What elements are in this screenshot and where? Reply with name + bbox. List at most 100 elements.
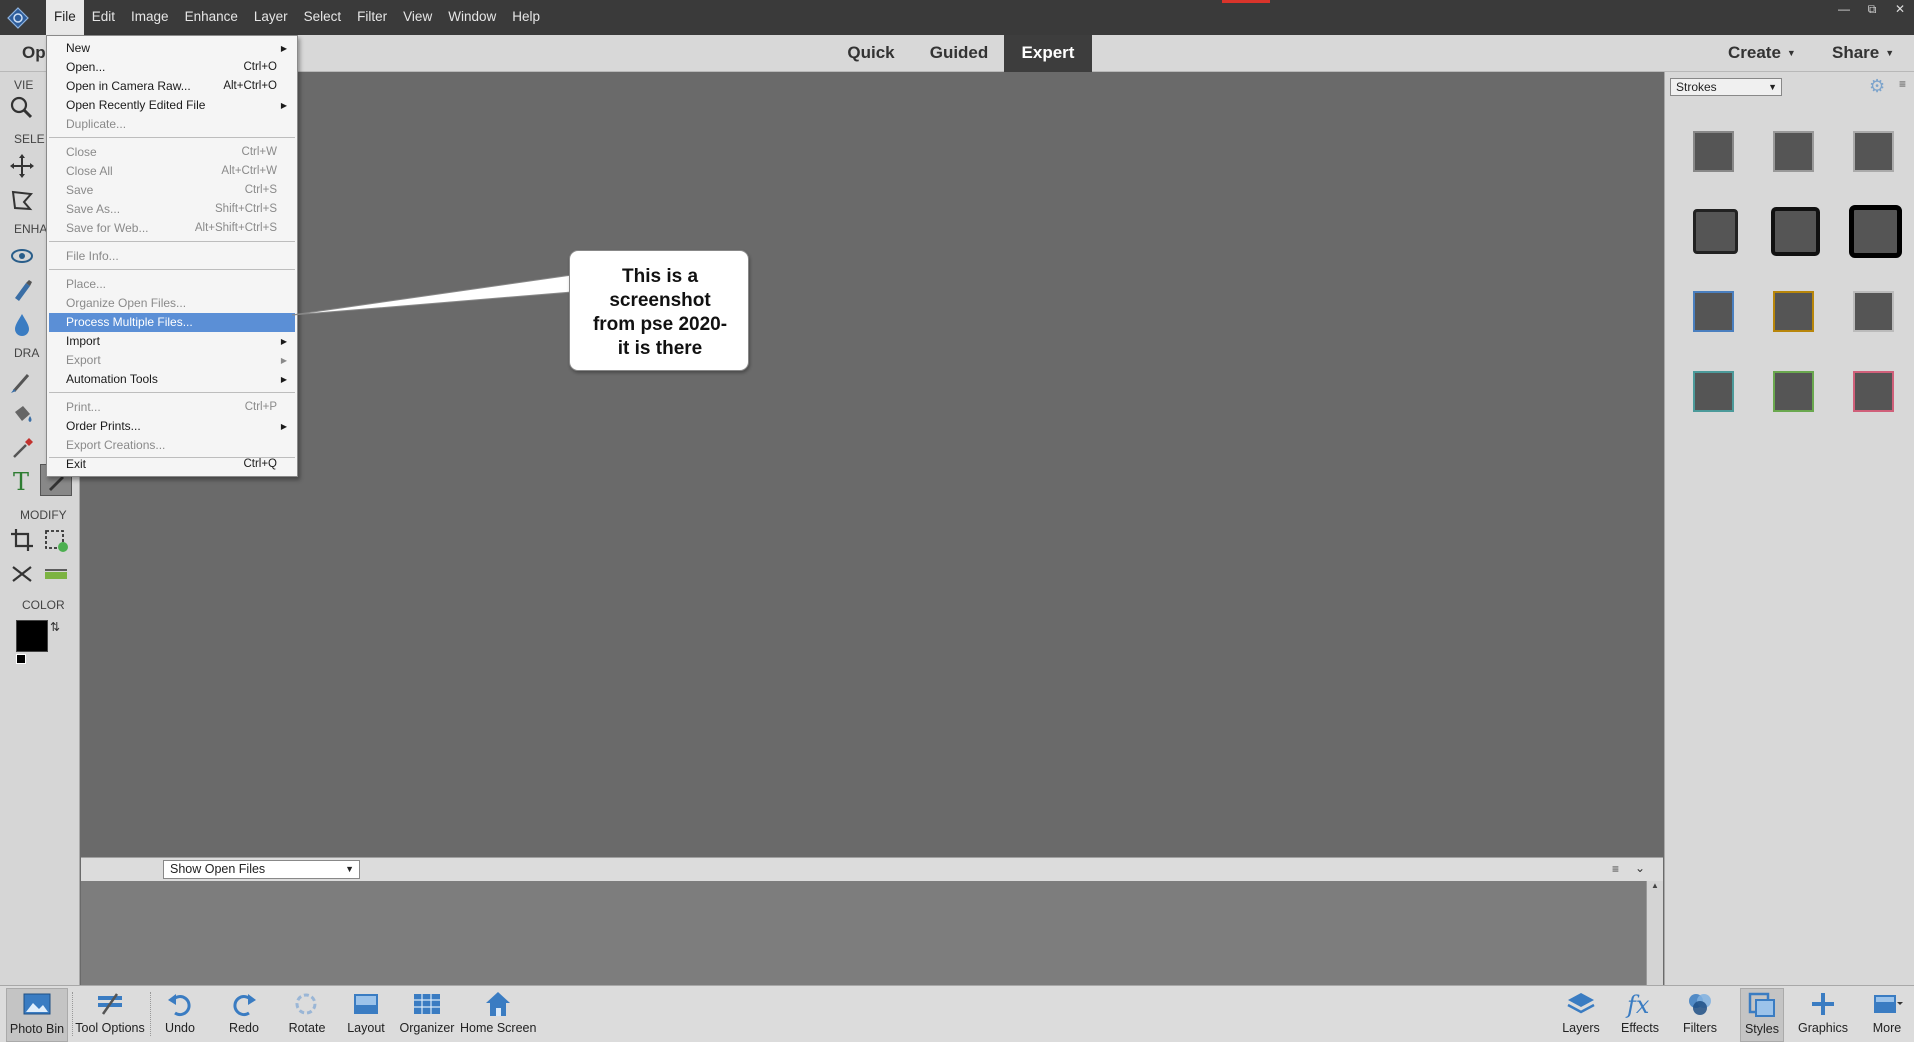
submenu-arrow-icon: ▶ [280, 375, 287, 384]
layers-button[interactable]: Layers [1558, 988, 1604, 1042]
menu-item-export-creations[interactable]: Export Creations... [49, 436, 295, 455]
stroke-style-swatch[interactable] [1773, 291, 1814, 332]
menu-edit[interactable]: Edit [84, 0, 123, 35]
stroke-style-swatch[interactable] [1693, 131, 1734, 172]
menu-item-save-as[interactable]: Save As... Shift+Ctrl+S [49, 200, 295, 219]
zoom-tool-icon[interactable] [6, 92, 38, 124]
move-tool-icon[interactable] [6, 150, 38, 182]
effects-button[interactable]: fx Effects [1618, 988, 1662, 1042]
stroke-style-swatch[interactable] [1853, 291, 1894, 332]
gear-icon[interactable]: ⚙ [1869, 76, 1885, 97]
menu-enhance[interactable]: Enhance [177, 0, 246, 35]
styles-button[interactable]: Styles [1740, 988, 1784, 1042]
panel-menu-icon[interactable]: ≡ [1899, 77, 1906, 91]
styles-category-select[interactable]: Strokes ▼ [1670, 78, 1782, 96]
stroke-style-swatch[interactable] [1693, 371, 1734, 412]
menu-file[interactable]: File [46, 0, 84, 35]
tool-options-button[interactable]: Tool Options [74, 988, 146, 1042]
undo-button[interactable]: Undo [158, 988, 202, 1042]
stroke-style-swatch[interactable] [1849, 205, 1902, 258]
redo-button[interactable]: Redo [222, 988, 266, 1042]
photo-bin-button[interactable]: Photo Bin [6, 988, 68, 1042]
minimize-icon[interactable]: — [1830, 0, 1858, 20]
menu-item-place[interactable]: Place... [49, 275, 295, 294]
bin-options-menu-icon[interactable]: ≡ [1612, 862, 1619, 876]
canvas-area[interactable] [81, 72, 1663, 852]
menu-item-import[interactable]: Import ▶ [49, 332, 295, 351]
recompose-tool-icon[interactable] [40, 524, 72, 556]
stroke-style-swatch[interactable] [1773, 131, 1814, 172]
undo-icon [168, 994, 191, 1017]
photo-bin-scrollbar[interactable]: ▲ [1646, 881, 1663, 985]
eyedropper-icon[interactable] [6, 432, 38, 464]
lasso-tool-icon[interactable] [6, 184, 38, 216]
chevron-down-icon: ▼ [1786, 48, 1796, 58]
menu-window[interactable]: Window [440, 0, 504, 35]
tab-guided[interactable]: Guided [920, 35, 998, 72]
menu-help[interactable]: Help [504, 0, 548, 35]
swap-colors-icon[interactable]: ⇅ [50, 620, 60, 634]
foreground-color-swatch[interactable] [16, 620, 48, 652]
stroke-style-swatch[interactable] [1853, 371, 1894, 412]
photo-bin-select[interactable]: Show Open Files ▼ [163, 860, 360, 879]
stroke-style-swatch[interactable] [1693, 291, 1734, 332]
menu-view[interactable]: View [395, 0, 440, 35]
paint-bucket-icon[interactable] [6, 398, 38, 430]
create-dropdown[interactable]: Create ▼ [1728, 35, 1796, 72]
menu-filter[interactable]: Filter [349, 0, 395, 35]
menu-item-label: Print... [66, 400, 101, 414]
red-eye-tool-icon[interactable] [6, 240, 38, 272]
menu-item-file-info[interactable]: File Info... [49, 247, 295, 266]
default-colors-icon[interactable] [16, 654, 26, 664]
menu-item-close[interactable]: Close Ctrl+W [49, 143, 295, 162]
straighten-tool-icon[interactable] [40, 558, 72, 590]
menu-item-new[interactable]: New ▶ [49, 39, 295, 58]
menu-item-process-multiple-files[interactable]: Process Multiple Files... [49, 313, 295, 332]
menu-item-save[interactable]: Save Ctrl+S [49, 181, 295, 200]
stroke-style-swatch[interactable] [1853, 131, 1894, 172]
healing-brush-icon[interactable] [6, 274, 38, 306]
menu-item-open-camera-raw[interactable]: Open in Camera Raw... Alt+Ctrl+O [49, 77, 295, 96]
submenu-arrow-icon: ▶ [280, 356, 287, 365]
menu-item-exit[interactable]: Exit Ctrl+Q [49, 455, 295, 474]
crop-tool-icon[interactable] [6, 524, 38, 556]
tab-quick[interactable]: Quick [838, 35, 904, 72]
stroke-style-swatch[interactable] [1693, 209, 1738, 254]
app-logo-icon[interactable] [6, 6, 30, 30]
layout-button[interactable]: Layout [342, 988, 390, 1042]
menu-layer[interactable]: Layer [246, 0, 296, 35]
menu-item-duplicate[interactable]: Duplicate... [49, 115, 295, 134]
stroke-style-swatch[interactable] [1771, 207, 1820, 256]
brush-tool-icon[interactable] [6, 366, 38, 398]
filters-button[interactable]: Filters [1678, 988, 1722, 1042]
menu-item-close-all[interactable]: Close All Alt+Ctrl+W [49, 162, 295, 181]
open-button[interactable]: Op [22, 35, 46, 71]
graphics-button[interactable]: Graphics [1798, 988, 1848, 1042]
menu-item-print[interactable]: Print... Ctrl+P [49, 398, 295, 417]
tab-expert[interactable]: Expert [1004, 35, 1092, 72]
close-icon[interactable]: ✕ [1886, 0, 1914, 20]
content-aware-move-icon[interactable] [6, 558, 38, 590]
photo-bin-area[interactable] [81, 881, 1646, 985]
menu-item-export[interactable]: Export ▶ [49, 351, 295, 370]
menu-select[interactable]: Select [296, 0, 350, 35]
stroke-style-swatch[interactable] [1773, 371, 1814, 412]
menu-item-open[interactable]: Open... Ctrl+O [49, 58, 295, 77]
tool-options-label: Tool Options [75, 1021, 145, 1035]
menu-item-order-prints[interactable]: Order Prints... ▶ [49, 417, 295, 436]
more-button[interactable]: More [1864, 988, 1910, 1042]
home-screen-button[interactable]: Home Screen [460, 988, 536, 1042]
type-tool-icon[interactable]: T [6, 464, 38, 496]
rotate-button[interactable]: Rotate [284, 988, 330, 1042]
restore-icon[interactable]: ⧉ [1858, 0, 1886, 20]
menu-item-automation-tools[interactable]: Automation Tools ▶ [49, 370, 295, 389]
menu-image[interactable]: Image [123, 0, 177, 35]
organizer-button[interactable]: Organizer [398, 988, 456, 1042]
menu-item-organize-open-files[interactable]: Organize Open Files... [49, 294, 295, 313]
share-dropdown[interactable]: Share ▼ [1832, 35, 1894, 72]
blur-tool-icon[interactable] [6, 308, 38, 340]
styles-panel: Strokes ▼ ⚙ ≡ [1664, 72, 1914, 985]
menu-item-open-recent[interactable]: Open Recently Edited File ▶ [49, 96, 295, 115]
collapse-bin-icon[interactable]: ⌄ [1635, 861, 1645, 875]
menu-item-save-for-web[interactable]: Save for Web... Alt+Shift+Ctrl+S [49, 219, 295, 238]
